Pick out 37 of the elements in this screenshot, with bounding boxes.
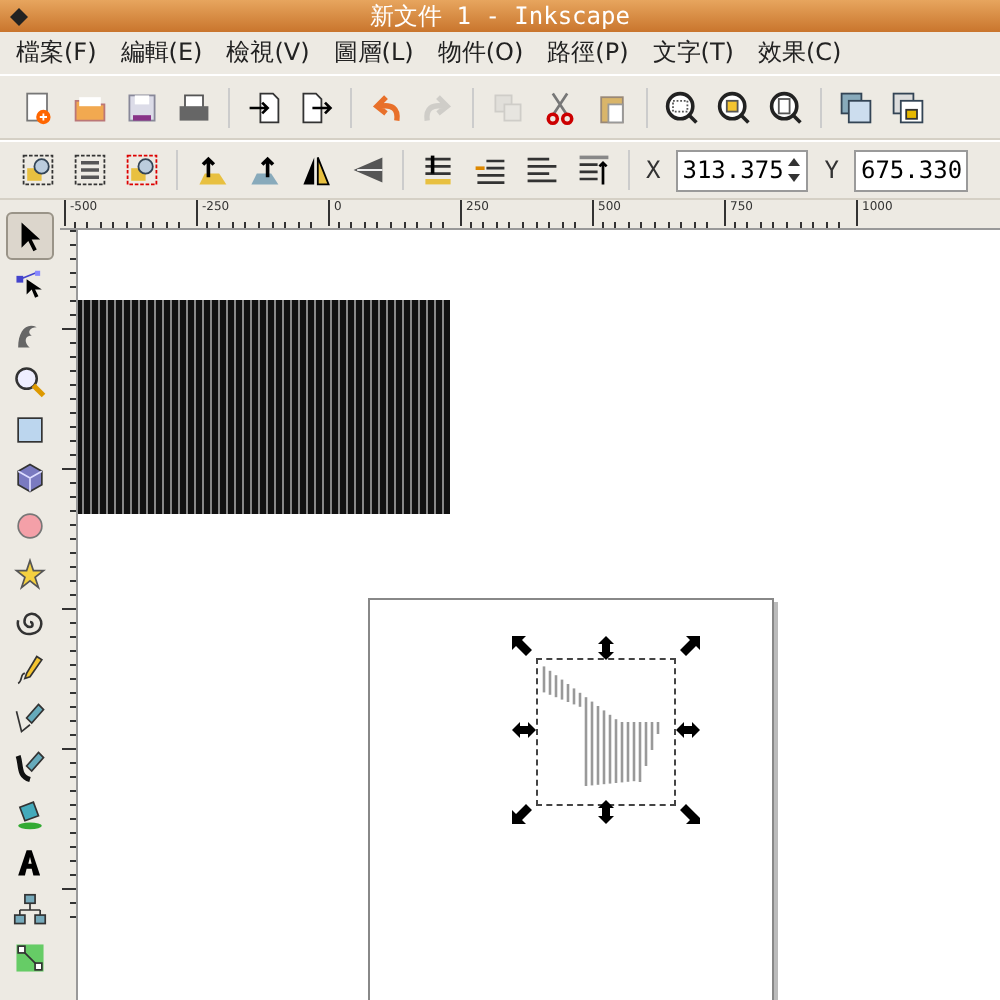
menu-item[interactable]: 路徑(P): [547, 36, 629, 70]
import-icon[interactable]: [246, 89, 282, 125]
raise-to-top-icon[interactable]: [576, 152, 612, 188]
printer-icon[interactable]: [176, 89, 212, 125]
menu-item[interactable]: 圖層(L): [333, 36, 414, 70]
lower-to-bottom-icon[interactable]: [420, 152, 456, 188]
menu-item[interactable]: 效果(C): [757, 36, 842, 70]
window-title: 新文件 1 - Inkscape: [368, 0, 632, 33]
x-label: X: [646, 156, 661, 184]
select-all-icon[interactable]: [20, 152, 56, 188]
menu-item[interactable]: 物件(O): [437, 36, 524, 70]
document-icon[interactable]: [20, 89, 56, 125]
zoom-page-icon[interactable]: [768, 89, 804, 125]
window-menu-icon[interactable]: [10, 7, 28, 25]
zoom-selection-icon[interactable]: [664, 89, 700, 125]
select-layers-icon[interactable]: [72, 152, 108, 188]
y-label: Y: [824, 156, 839, 184]
menu-item[interactable]: 檔案(F): [16, 36, 97, 70]
padlock-icon[interactable]: [890, 89, 926, 125]
scale-handles-drawing[interactable]: [512, 636, 700, 824]
striped-rectangle[interactable]: [78, 300, 450, 514]
flip-horizontal-icon[interactable]: [298, 152, 334, 188]
spin-arrows-icon[interactable]: [786, 154, 803, 186]
raise-icon[interactable]: [524, 152, 560, 188]
copy-icon[interactable]: [838, 89, 874, 125]
drawing-canvas[interactable]: [78, 230, 1000, 1000]
deselect-icon[interactable]: [124, 152, 160, 188]
export-icon[interactable]: [298, 89, 334, 125]
menu-item[interactable]: 編輯(E): [120, 36, 203, 70]
scissors-icon[interactable]: [542, 89, 578, 125]
flip-vertical-icon[interactable]: [350, 152, 386, 188]
y-spin-field[interactable]: 675.330: [854, 149, 969, 191]
zoom-drawing-icon[interactable]: [716, 89, 752, 125]
menu-item[interactable]: 檢視(V): [226, 36, 310, 70]
arrow-pointer-icon[interactable]: [6, 212, 54, 260]
x-spin-field[interactable]: 313.375: [676, 149, 809, 191]
menu-item[interactable]: 文字(T): [652, 36, 734, 70]
